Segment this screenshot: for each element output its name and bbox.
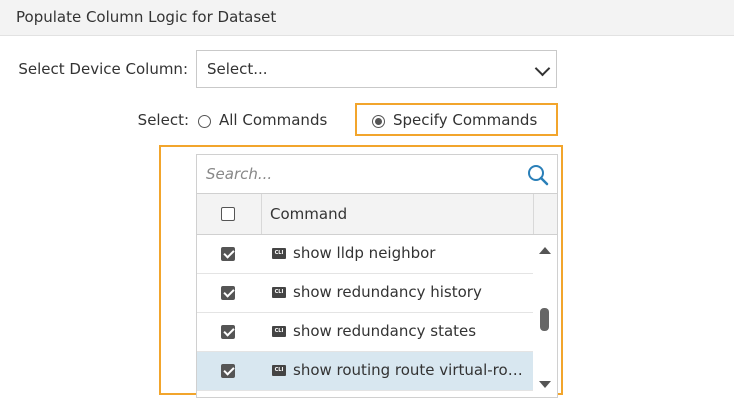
select-mode-label: Select: [137, 111, 189, 129]
row-checkbox[interactable] [221, 364, 235, 378]
title-bar: Populate Column Logic for Dataset [0, 0, 734, 36]
scroll-thumb[interactable] [540, 308, 549, 331]
search-bar [197, 155, 557, 194]
select-all-checkbox[interactable] [221, 207, 235, 221]
row-checkbox[interactable] [221, 247, 235, 261]
row-checkbox[interactable] [221, 286, 235, 300]
column-divider [533, 194, 534, 234]
command-label: show lldp neighbor [293, 244, 436, 262]
page-title: Populate Column Logic for Dataset [16, 8, 277, 26]
all-commands-label[interactable]: All Commands [219, 111, 327, 129]
cli-icon: CLI [272, 248, 286, 259]
column-divider [261, 194, 262, 234]
device-column-value: Select... [207, 60, 268, 78]
command-label: show routing route virtual-rou... [293, 361, 529, 379]
table-row[interactable]: CLI show lldp neighbor [197, 235, 533, 274]
cli-icon: CLI [272, 326, 286, 337]
cli-icon: CLI [272, 287, 286, 298]
search-input[interactable] [197, 155, 517, 193]
specify-commands-label[interactable]: Specify Commands [393, 111, 537, 129]
table-header: Command [197, 194, 557, 235]
search-icon[interactable] [527, 164, 549, 186]
cli-icon: CLI [272, 365, 286, 376]
all-commands-radio[interactable] [198, 115, 211, 128]
command-column-header: Command [270, 205, 348, 223]
command-label: show redundancy states [293, 322, 477, 340]
scrollbar[interactable] [533, 235, 557, 397]
specify-commands-radio[interactable] [372, 115, 385, 128]
table-row[interactable]: CLI show redundancy history [197, 274, 533, 313]
device-column-select[interactable]: Select... [196, 50, 557, 88]
scroll-down-icon[interactable] [539, 381, 551, 388]
table-row[interactable]: CLI show routing route virtual-rou... [197, 352, 533, 391]
chevron-down-icon [534, 60, 551, 77]
command-label: show redundancy history [293, 283, 482, 301]
scroll-up-icon[interactable] [539, 247, 551, 254]
row-checkbox[interactable] [221, 325, 235, 339]
command-list-panel: Command CLI show lldp neighbor CLI show … [196, 154, 558, 398]
device-column-label: Select Device Column: [18, 60, 188, 78]
table-row[interactable]: CLI show redundancy states [197, 313, 533, 352]
